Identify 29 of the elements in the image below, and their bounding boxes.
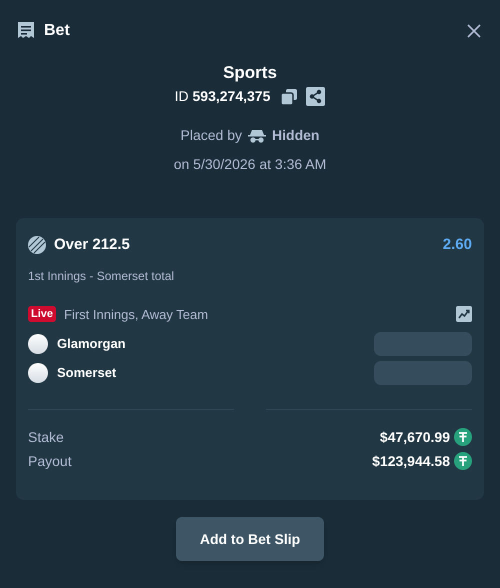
share-button[interactable] [306, 87, 326, 106]
team-logo [28, 363, 48, 383]
total-label: Stake [28, 428, 64, 446]
total-amount: $47,670.99 [380, 428, 450, 446]
selection-name: Over 212.5 [54, 235, 130, 255]
total-label: Payout [28, 452, 72, 471]
total-amount: $123,944.58 [372, 452, 450, 470]
odds: 2.60 [442, 235, 472, 255]
placed-by-label: Placed by [180, 126, 242, 145]
live-badge: Live [28, 306, 56, 322]
copy-button[interactable] [280, 88, 298, 106]
dialog-title: Bet [44, 21, 70, 41]
coin-icon [454, 428, 472, 446]
bet-category: Sports [223, 62, 277, 84]
market-name: 1st Innings - Somerset total [28, 268, 176, 284]
ball-icon [28, 236, 46, 254]
team-name: Somerset [57, 364, 116, 382]
bet-id: ID 593,274,375 [174, 87, 270, 106]
incognito-icon [248, 128, 266, 142]
stats-button[interactable] [456, 306, 472, 322]
placed-by-user: Hidden [272, 126, 320, 145]
team-logo [28, 334, 48, 354]
receipt-icon [16, 21, 36, 41]
event-name: First Innings, Away Team [64, 306, 208, 324]
close-button[interactable] [466, 23, 482, 39]
coin-icon [454, 452, 472, 470]
add-to-bet-slip-button[interactable]: Add to Bet Slip [176, 517, 324, 561]
team-name: Glamorgan [57, 335, 126, 354]
placed-date: on 5/30/2026 at 3:36 AM [174, 155, 326, 174]
